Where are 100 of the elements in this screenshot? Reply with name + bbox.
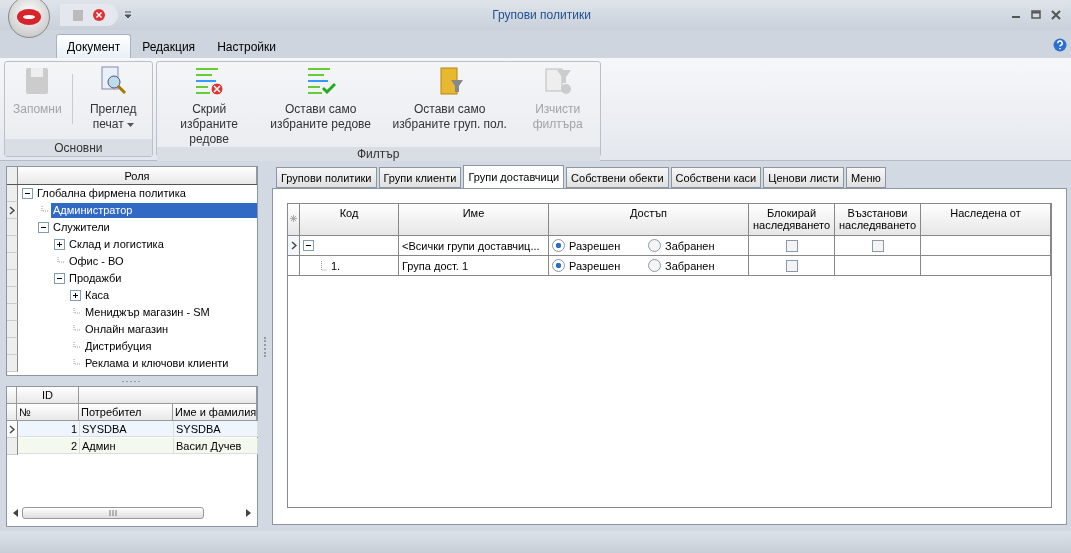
row-indicator [7,270,18,287]
collapse-icon[interactable] [38,222,49,233]
table-cell: 1 [18,421,80,437]
column-header: Роля [18,167,257,184]
asterisk-icon [290,215,297,222]
scrollbar-thumb[interactable] [22,507,204,519]
tab[interactable]: Групи доставчици [463,165,565,188]
tree-item[interactable]: Глобална фирмена политика [35,186,188,201]
radio-button[interactable] [552,259,565,272]
window-title: Групови политики [492,8,591,22]
radio-button[interactable] [648,259,661,272]
grid-funnel-clear-icon [542,66,573,96]
row-pointer-icon [9,424,15,434]
row-indicator [7,253,18,270]
tree-item[interactable]: Офис - ВО [67,254,126,269]
collapse-icon[interactable] [54,273,65,284]
column-header: Име и фамилия [173,404,257,421]
collapse-icon[interactable] [22,188,33,199]
table-cell: SYSDBA [174,421,258,437]
ribbon-tab[interactable]: Документ [56,34,132,58]
rows-remove-icon [194,66,225,96]
scroll-right-icon[interactable] [246,509,251,517]
caret-icon [126,122,134,127]
ribbon-button[interactable]: Преглед печат [76,66,150,132]
scroll-left-icon[interactable] [13,509,18,517]
splitter-grip-icon[interactable] [122,379,142,383]
row-indicator [7,236,18,253]
header-cell [7,404,17,421]
ribbon-button[interactable]: Остави само избраните редове [259,66,382,132]
rows-check-icon [305,66,336,96]
row-indicator [7,287,18,304]
tree-line-icon [321,260,327,271]
tree-item[interactable]: Продажби [67,271,124,286]
radio-label: Забранен [665,239,715,252]
column-header: Достъп [549,204,749,236]
tree-line-icon [70,359,81,368]
checkbox[interactable] [871,239,884,252]
tab[interactable]: Групови политики [276,167,377,188]
customize-caret-icon[interactable] [124,11,132,19]
tree-line-icon [70,342,81,351]
header-cell [7,387,17,404]
tree-item[interactable]: Онлайн магазин [83,322,171,337]
ribbon-tab[interactable]: Редакция [131,34,207,58]
row-indicator [7,338,18,355]
row-indicator [7,304,18,321]
group-label: Основни [5,139,152,156]
table-cell: 2 [18,438,80,454]
tree-item[interactable]: Склад и логистика [67,237,166,252]
tree-item[interactable]: Дистрибуция [83,339,154,354]
tree-item[interactable]: Служители [51,220,112,235]
column-header: Име [399,204,549,236]
tree-line-icon [70,325,81,334]
logo-icon [17,9,41,25]
column-header: ID [17,387,79,404]
column-header: Възстанови наследяването [835,204,921,236]
tab[interactable]: Меню [846,167,886,188]
ribbon-button[interactable]: Скрий избраните редове [158,66,260,147]
ribbon-button[interactable]: Остави само избраните груп. пол. [381,66,518,132]
table-cell: Админ [80,438,174,454]
tab[interactable]: Собствени каси [670,167,762,188]
expand-icon[interactable] [70,290,81,301]
row-pointer-icon [290,241,297,250]
column-header: Код [300,204,399,236]
row-indicator [7,321,18,338]
radio-label: Разрешен [569,239,621,252]
tree-item[interactable]: Реклама и ключови клиенти [83,356,231,371]
tree-item[interactable]: Каса [83,288,112,303]
app-menu-button[interactable] [8,0,50,38]
tab[interactable]: Групи клиенти [378,167,462,188]
header-cell [7,167,18,184]
radio-button[interactable] [648,239,661,252]
row-indicator [7,355,18,372]
tree-line-icon [70,308,81,317]
close-icon[interactable] [92,8,106,22]
maximize-icon[interactable] [1031,10,1041,20]
table-cell: 1. [331,259,341,272]
row-pointer-icon [9,205,15,215]
ribbon-tab[interactable]: Настройки [206,34,287,58]
checkbox[interactable] [785,239,798,252]
tab[interactable]: Ценови листи [763,167,844,188]
table-cell: Васил Дучев [174,438,258,454]
column-header: Наследена от [921,204,1051,236]
column-header: Блокирай наследяването [749,204,835,236]
tree-item[interactable]: Мениджър магазин - SM [83,305,212,320]
table-cell: Група дост. 1 [399,256,549,276]
tab[interactable]: Собствени обекти [566,167,669,188]
table-cell: SYSDBA [80,421,174,437]
group-label: Филтър [156,147,600,161]
column-header: Потребител [79,404,173,421]
collapse-icon[interactable] [303,240,314,251]
help-icon[interactable] [1053,38,1067,52]
radio-label: Разрешен [569,259,621,272]
close-icon[interactable] [1051,10,1061,20]
table-cell: <Всички групи доставчиц... [399,236,549,256]
tree-item[interactable]: Администратор [51,203,257,218]
expand-icon[interactable] [54,239,65,250]
radio-button[interactable] [552,239,565,252]
tree-line-icon [38,206,49,215]
checkbox[interactable] [785,259,798,272]
radio-label: Забранен [665,259,715,272]
